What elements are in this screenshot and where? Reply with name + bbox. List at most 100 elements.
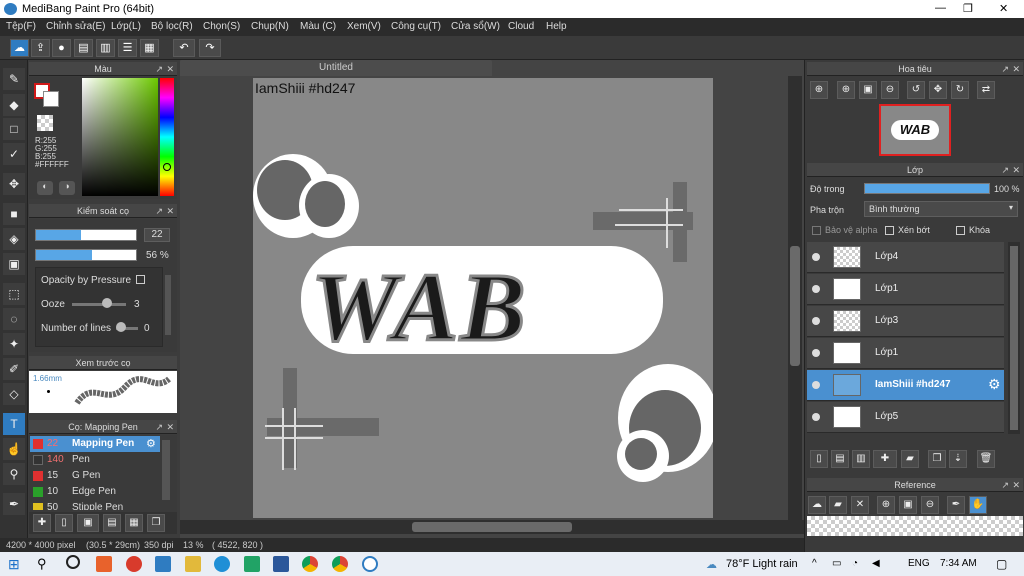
opacity-slider[interactable] bbox=[35, 249, 137, 261]
menu-filter[interactable]: Bộ lọc(R) bbox=[151, 21, 193, 32]
rotate-left-icon[interactable]: ↺ bbox=[907, 81, 925, 99]
minimize-button[interactable]: — bbox=[935, 2, 946, 14]
select-pen-icon[interactable]: ✐ bbox=[3, 358, 25, 380]
search-icon[interactable]: ⚲ bbox=[37, 556, 47, 572]
size-value[interactable]: 22 bbox=[144, 228, 170, 242]
lasso-tool-icon[interactable]: ◌ bbox=[3, 308, 25, 330]
gradient-tool-icon[interactable]: ▣ bbox=[3, 253, 25, 275]
undock-icon[interactable]: ↗ bbox=[155, 204, 163, 218]
list-icon[interactable]: ☰ bbox=[118, 39, 137, 57]
menu-tools[interactable]: Công cụ(T) bbox=[391, 21, 441, 32]
trash-icon[interactable]: 🗑 bbox=[977, 450, 995, 468]
eye-icon[interactable] bbox=[812, 253, 820, 261]
mixer-icon[interactable]: ◑ bbox=[59, 181, 75, 195]
lines-handle[interactable] bbox=[116, 322, 126, 332]
brush-copy-icon[interactable]: ▦ bbox=[125, 514, 143, 532]
edge-icon[interactable] bbox=[214, 556, 230, 572]
panel-close-icon[interactable]: ✕ bbox=[1012, 478, 1020, 492]
cloud-icon[interactable]: ☁ bbox=[808, 496, 826, 514]
battery-icon[interactable]: ▭ bbox=[832, 558, 841, 569]
undo-icon[interactable]: ↶ bbox=[173, 39, 195, 57]
powerpoint-icon[interactable] bbox=[96, 556, 112, 572]
v-scrollbar[interactable] bbox=[788, 76, 802, 520]
h-scroll-thumb[interactable] bbox=[412, 522, 572, 532]
zoom-in-icon[interactable]: ⊕ bbox=[837, 81, 855, 99]
word-icon[interactable] bbox=[273, 556, 289, 572]
ooze-slider[interactable] bbox=[72, 303, 126, 306]
protect-alpha-checkbox[interactable] bbox=[812, 226, 821, 235]
app-icon[interactable] bbox=[126, 556, 142, 572]
panel-close-icon[interactable]: ✕ bbox=[1012, 62, 1020, 76]
eye-icon[interactable] bbox=[812, 349, 820, 357]
gear-icon[interactable]: ⚙ bbox=[146, 437, 156, 450]
fill-rect-tool-icon[interactable]: ■ bbox=[3, 203, 25, 225]
new-halftone-layer-icon[interactable]: ▤ bbox=[831, 450, 849, 468]
drawing-canvas[interactable]: IamShiii #hd247 WAB bbox=[253, 78, 713, 518]
duplicate-layer-icon[interactable]: ❐ bbox=[928, 450, 946, 468]
cloud-icon[interactable]: ☁ bbox=[10, 39, 29, 57]
panel-close-icon[interactable]: ✕ bbox=[166, 62, 174, 76]
clip-checkbox[interactable] bbox=[885, 226, 894, 235]
hue-handle[interactable] bbox=[163, 163, 171, 171]
chrome-icon[interactable] bbox=[332, 556, 348, 572]
menu-view[interactable]: Xem(V) bbox=[347, 21, 381, 32]
brush-item[interactable]: 10 Edge Pen bbox=[30, 484, 160, 500]
brush-tool-icon[interactable]: ✎ bbox=[3, 68, 25, 90]
brush-item[interactable]: 22 Mapping Pen ⚙ bbox=[30, 436, 160, 452]
brush-item[interactable]: 140 Pen bbox=[30, 452, 160, 468]
lock-checkbox[interactable] bbox=[956, 226, 965, 235]
panel-close-icon[interactable]: ✕ bbox=[166, 420, 174, 434]
page-icon[interactable]: ▥ bbox=[96, 39, 115, 57]
monitor-icon[interactable] bbox=[155, 556, 171, 572]
brush-item[interactable]: 50 Stipple Pen bbox=[30, 500, 160, 510]
menu-edit[interactable]: Chỉnh sửa(E) bbox=[46, 21, 106, 32]
layer-item[interactable]: Lớp1 bbox=[807, 274, 1004, 305]
add-brush-icon[interactable]: ✚ bbox=[33, 514, 51, 532]
excel-icon[interactable] bbox=[244, 556, 260, 572]
h-scrollbar[interactable] bbox=[180, 520, 804, 534]
medibang-icon[interactable] bbox=[362, 556, 378, 572]
hand-icon[interactable]: ✋ bbox=[969, 496, 987, 514]
color-sv-picker[interactable] bbox=[82, 78, 158, 196]
size-slider[interactable] bbox=[35, 229, 137, 241]
chrome-icon[interactable] bbox=[302, 556, 318, 572]
tab-untitled[interactable]: Untitled bbox=[180, 60, 492, 76]
panel-close-icon[interactable]: ✕ bbox=[166, 204, 174, 218]
brush-menu-icon[interactable]: ▣ bbox=[77, 514, 99, 532]
open-folder-icon[interactable]: ▰ bbox=[829, 496, 847, 514]
rotate-right-icon[interactable]: ↻ bbox=[951, 81, 969, 99]
volume-icon[interactable]: ◀ bbox=[872, 558, 880, 569]
layer-menu-icon[interactable]: ✚ bbox=[873, 450, 897, 468]
merge-layer-icon[interactable]: ⇣ bbox=[949, 450, 967, 468]
undock-icon[interactable]: ↗ bbox=[1001, 478, 1009, 492]
zoom-out-icon[interactable]: ⊖ bbox=[881, 81, 899, 99]
task-view-icon[interactable] bbox=[66, 555, 80, 569]
tray-chevron-icon[interactable]: ^ bbox=[812, 558, 817, 569]
opacity-pressure-checkbox[interactable] bbox=[136, 275, 145, 284]
eye-icon[interactable] bbox=[812, 381, 820, 389]
eyedropper-icon[interactable]: ✒ bbox=[947, 496, 965, 514]
blend-select[interactable]: Bình thường ▾ bbox=[864, 201, 1018, 217]
new-8bit-layer-icon[interactable]: ▥ bbox=[852, 450, 870, 468]
gear-icon[interactable]: ⚙ bbox=[988, 376, 1001, 393]
layer-opacity-slider[interactable] bbox=[864, 183, 990, 194]
layers-scroll-thumb[interactable] bbox=[1010, 246, 1018, 430]
eye-icon[interactable] bbox=[812, 285, 820, 293]
network-icon[interactable]: ◔ bbox=[852, 558, 858, 569]
magic-wand-icon[interactable]: ✦ bbox=[3, 333, 25, 355]
eraser-tool-icon[interactable]: ◆ bbox=[3, 94, 25, 116]
ooze-handle[interactable] bbox=[102, 298, 112, 308]
layer-item[interactable]: Lớp5 bbox=[807, 402, 1004, 433]
close-button[interactable]: ✕ bbox=[999, 2, 1008, 15]
menu-snap[interactable]: Chụp(N) bbox=[251, 21, 289, 32]
fit-window-icon[interactable]: ✥ bbox=[929, 81, 947, 99]
text-tool-icon[interactable]: T bbox=[3, 413, 25, 435]
new-layer-icon[interactable]: ▯ bbox=[810, 450, 828, 468]
redo-icon[interactable]: ↷ bbox=[199, 39, 221, 57]
palette-icon[interactable]: ◐ bbox=[37, 181, 53, 195]
undock-icon[interactable]: ↗ bbox=[155, 62, 163, 76]
menu-select[interactable]: Chọn(S) bbox=[203, 21, 240, 32]
reference-view[interactable] bbox=[807, 516, 1023, 536]
clock[interactable]: 7:34 AM bbox=[940, 558, 977, 569]
zoom-in-icon[interactable]: ⊕ bbox=[810, 81, 828, 99]
